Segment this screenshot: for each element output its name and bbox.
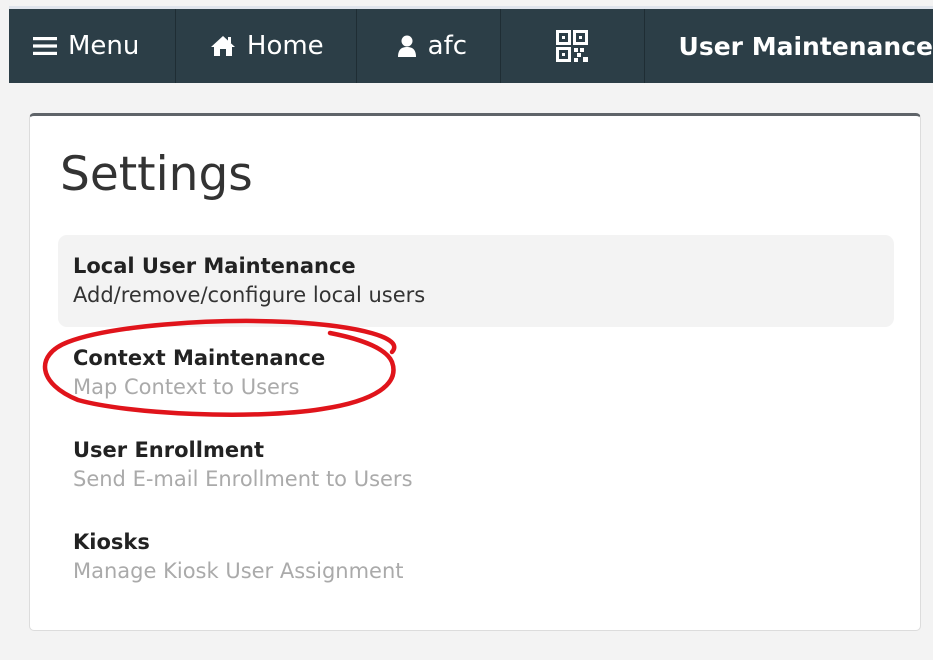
setting-item-title: Local User Maintenance <box>73 254 356 278</box>
setting-item-local-user-maintenance[interactable]: Local User Maintenance Add/remove/config… <box>58 235 894 327</box>
qr-code-icon <box>556 30 589 62</box>
setting-item-kiosks[interactable]: Kiosks Manage Kiosk User Assignment <box>58 511 894 603</box>
page-title: User Maintenance <box>678 31 933 61</box>
user-button[interactable]: afc <box>357 9 501 83</box>
top-navbar: Menu Home afc User Maintenance <box>9 6 933 83</box>
setting-item-title: User Enrollment <box>73 438 265 462</box>
qr-code-button[interactable] <box>501 9 645 83</box>
settings-heading: Settings <box>60 147 253 202</box>
setting-item-description: Add/remove/configure local users <box>73 283 426 307</box>
menu-label: Menu <box>68 31 140 61</box>
setting-item-user-enrollment[interactable]: User Enrollment Send E-mail Enrollment t… <box>58 419 894 511</box>
menu-button[interactable]: Menu <box>9 9 176 83</box>
user-label: afc <box>427 31 468 61</box>
home-button[interactable]: Home <box>176 9 357 83</box>
hamburger-icon <box>33 37 57 55</box>
home-icon <box>210 35 236 57</box>
setting-item-title: Context Maintenance <box>73 346 326 370</box>
settings-panel: Settings Local User Maintenance Add/remo… <box>29 113 921 631</box>
setting-item-description: Manage Kiosk User Assignment <box>73 559 404 583</box>
home-label: Home <box>246 31 324 61</box>
setting-item-description: Send E-mail Enrollment to Users <box>73 467 413 491</box>
setting-item-title: Kiosks <box>73 530 150 554</box>
setting-item-description: Map Context to Users <box>73 375 300 399</box>
user-icon <box>397 35 417 57</box>
setting-item-context-maintenance[interactable]: Context Maintenance Map Context to Users <box>58 327 894 419</box>
